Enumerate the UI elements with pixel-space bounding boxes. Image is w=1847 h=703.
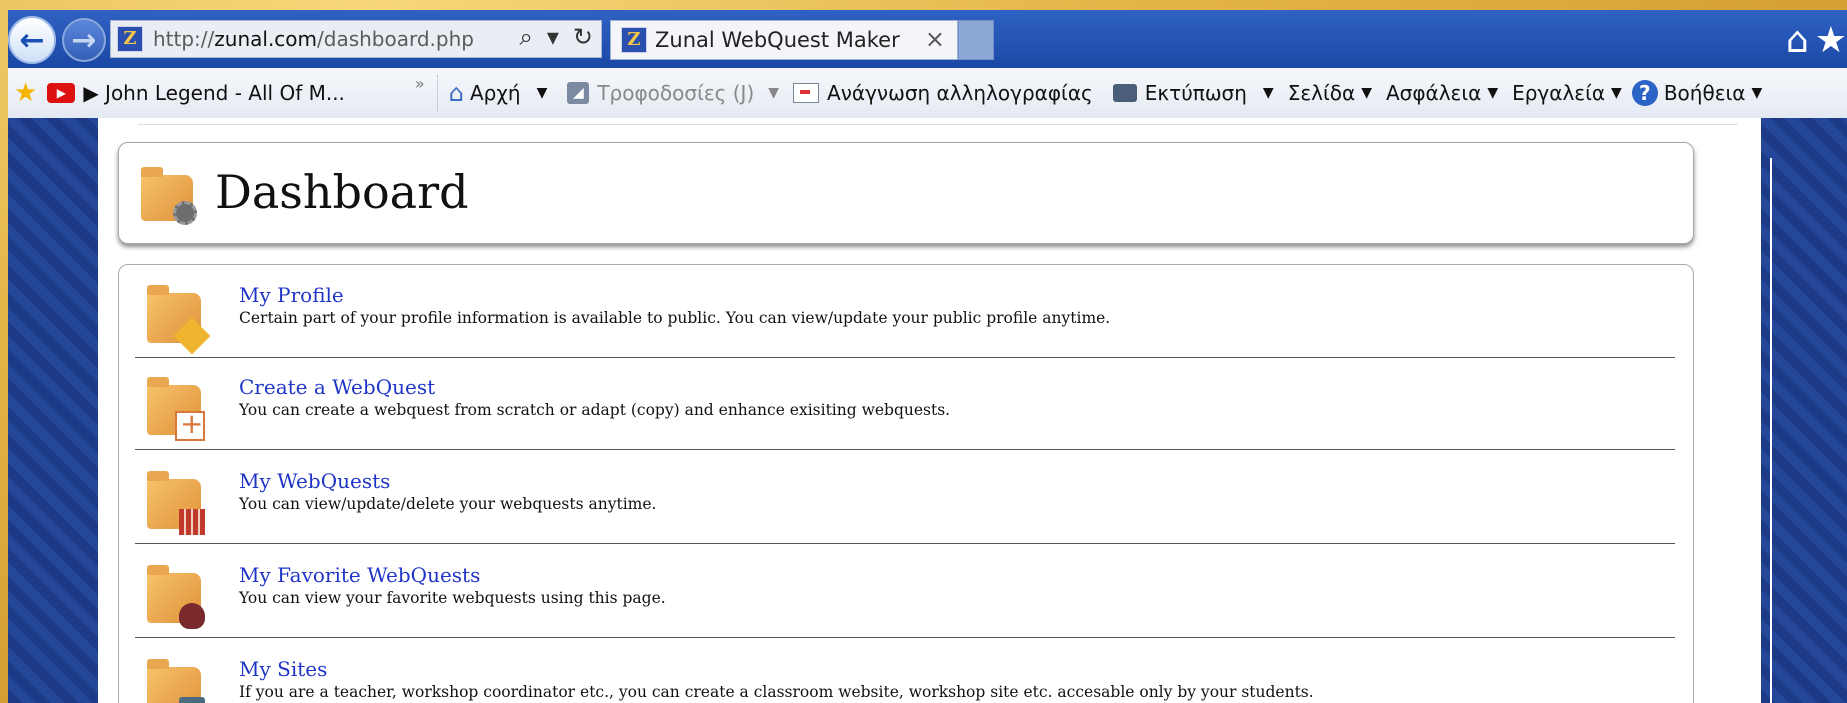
rss-icon: ◢ bbox=[567, 82, 590, 104]
create-webquest-link[interactable]: Create a WebQuest bbox=[239, 375, 435, 399]
favorites-folder-icon bbox=[145, 563, 205, 629]
item-description: If you are a teacher, workshop coordinat… bbox=[239, 683, 1314, 701]
right-background bbox=[1761, 118, 1847, 703]
my-webquests-link[interactable]: My WebQuests bbox=[239, 469, 390, 493]
list-item[interactable]: My Favorite WebQuests You can view your … bbox=[135, 545, 1675, 638]
forward-button[interactable]: → bbox=[62, 18, 106, 62]
close-tab-icon[interactable]: × bbox=[925, 25, 945, 53]
help-icon: ? bbox=[1631, 80, 1658, 106]
youtube-icon: ▶ bbox=[47, 83, 76, 103]
help-menu[interactable]: ? Βοήθεια ▼ bbox=[1631, 80, 1763, 106]
favorites-star-icon[interactable]: ★ bbox=[1815, 20, 1847, 61]
scroll-edge bbox=[1770, 158, 1772, 703]
safety-dropdown-icon: ▼ bbox=[1487, 85, 1499, 101]
dashboard-header: Dashboard bbox=[118, 142, 1694, 244]
add-favorite-icon[interactable]: ★ bbox=[14, 78, 37, 108]
forward-arrow-icon: → bbox=[71, 22, 97, 58]
item-description: You can create a webquest from scratch o… bbox=[239, 401, 951, 419]
page-viewport[interactable]: Dashboard My Profile Certain part of you… bbox=[8, 118, 1847, 703]
print-menu[interactable]: Εκτύπωση ▼ bbox=[1112, 81, 1274, 105]
address-dropdown-icon[interactable]: ▾ bbox=[547, 23, 559, 51]
tools-menu[interactable]: Εργαλεία ▼ bbox=[1512, 81, 1622, 105]
address-bar[interactable]: Z http://zunal.com/dashboard.php ⌕ ▾ ↻ bbox=[110, 20, 602, 58]
favorite-link[interactable]: ▶ John Legend - All Of M... bbox=[83, 81, 345, 105]
page-label: Σελίδα bbox=[1287, 81, 1356, 105]
safety-label: Ασφάλεια bbox=[1385, 81, 1482, 105]
create-folder-icon bbox=[145, 375, 205, 441]
tools-label: Εργαλεία bbox=[1512, 81, 1606, 105]
tab-title: Zunal WebQuest Maker bbox=[655, 28, 900, 52]
home-menu[interactable]: ⌂ Αρχή ▼ bbox=[449, 79, 548, 107]
mail-icon bbox=[793, 83, 820, 103]
list-item[interactable]: Create a WebQuest You can create a webqu… bbox=[135, 357, 1675, 450]
home-label: Αρχή bbox=[469, 81, 521, 105]
url-path: /dashboard.php bbox=[317, 27, 474, 51]
more-favorites-icon[interactable]: » bbox=[415, 74, 425, 93]
tools-dropdown-icon: ▼ bbox=[1611, 85, 1622, 101]
feeds-label: Τροφοδοσίες (J) bbox=[597, 81, 755, 105]
page-title: Dashboard bbox=[215, 165, 469, 219]
back-button[interactable]: ← bbox=[8, 16, 56, 64]
my-favorite-webquests-link[interactable]: My Favorite WebQuests bbox=[239, 563, 480, 587]
feeds-menu[interactable]: ◢ Τροφοδοσίες (J) ▼ bbox=[567, 81, 779, 105]
page-body: Dashboard My Profile Certain part of you… bbox=[98, 118, 1761, 703]
page-menu[interactable]: Σελίδα ▼ bbox=[1288, 81, 1372, 105]
zunal-tab-favicon-icon: Z bbox=[621, 27, 647, 53]
read-mail-menu[interactable]: Ανάγνωση αλληλογραφίας bbox=[793, 81, 1093, 105]
safety-menu[interactable]: Ασφάλεια ▼ bbox=[1386, 81, 1498, 105]
print-dropdown-icon[interactable]: ▼ bbox=[1263, 85, 1274, 101]
dashboard-folder-gear-icon bbox=[141, 167, 197, 225]
zunal-favicon-icon: Z bbox=[117, 26, 143, 52]
title-bar: ← → Z http://zunal.com/dashboard.php ⌕ ▾… bbox=[8, 10, 1847, 68]
help-label: Βοήθεια bbox=[1663, 81, 1746, 105]
my-profile-link[interactable]: My Profile bbox=[239, 283, 344, 307]
list-item[interactable]: My WebQuests You can view/update/delete … bbox=[135, 451, 1675, 544]
printer-icon bbox=[1112, 84, 1137, 102]
profile-folder-icon bbox=[145, 283, 211, 355]
toolbar-separator bbox=[436, 75, 439, 111]
list-item[interactable]: My Sites If you are a teacher, workshop … bbox=[135, 639, 1675, 703]
item-description: You can view your favorite webquests usi… bbox=[239, 589, 666, 607]
help-dropdown-icon: ▼ bbox=[1751, 85, 1763, 101]
back-arrow-icon: ← bbox=[19, 22, 45, 58]
print-label: Εκτύπωση bbox=[1144, 81, 1247, 105]
new-tab-button[interactable] bbox=[958, 20, 994, 60]
refresh-icon[interactable]: ↻ bbox=[573, 23, 593, 51]
feeds-dropdown-icon[interactable]: ▼ bbox=[768, 85, 779, 101]
tab-zunal[interactable]: Z Zunal WebQuest Maker × bbox=[610, 20, 958, 60]
page-dropdown-icon: ▼ bbox=[1361, 85, 1372, 101]
url-prefix: http:// bbox=[153, 27, 215, 51]
top-divider bbox=[138, 124, 1738, 125]
list-item[interactable]: My Profile Certain part of your profile … bbox=[135, 265, 1675, 358]
item-description: You can view/update/delete your webquest… bbox=[239, 495, 657, 513]
home-icon[interactable]: ⌂ bbox=[1786, 20, 1809, 61]
mail-label: Ανάγνωση αλληλογραφίας bbox=[827, 81, 1093, 105]
home-toolbar-icon: ⌂ bbox=[448, 79, 464, 107]
sites-folder-icon bbox=[145, 657, 205, 703]
home-dropdown-icon[interactable]: ▼ bbox=[537, 85, 548, 101]
my-sites-link[interactable]: My Sites bbox=[239, 657, 327, 681]
webquests-folder-icon bbox=[145, 469, 205, 535]
dashboard-menu-list: My Profile Certain part of your profile … bbox=[118, 264, 1694, 703]
url-host: zunal.com bbox=[214, 27, 318, 51]
item-description: Certain part of your profile information… bbox=[239, 309, 1111, 327]
browser-window: ← → Z http://zunal.com/dashboard.php ⌕ ▾… bbox=[8, 10, 1847, 703]
search-icon[interactable]: ⌕ bbox=[519, 23, 532, 51]
command-bar: ★ ▶ ▶ John Legend - All Of M... » ⌂ Αρχή… bbox=[8, 68, 1847, 119]
